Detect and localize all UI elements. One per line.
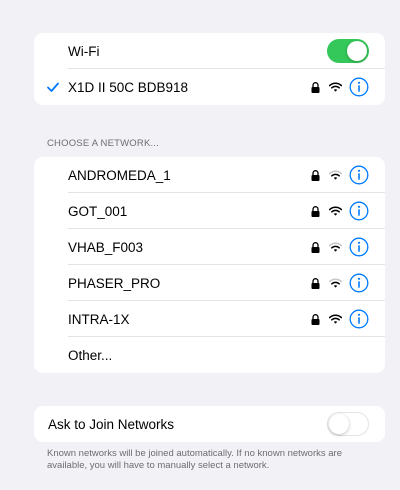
info-icon[interactable] (349, 309, 369, 329)
network-row[interactable]: PHASER_PRO (34, 265, 385, 301)
wifi-label: Wi-Fi (68, 43, 100, 59)
network-name: INTRA-1X (68, 311, 130, 327)
wifi-signal-icon (329, 170, 342, 180)
info-icon[interactable] (349, 77, 369, 97)
lock-icon (311, 313, 320, 325)
ask-to-join-footer: Known networks will be joined automatica… (47, 448, 342, 471)
network-row[interactable]: INTRA-1X (34, 301, 385, 337)
network-status (311, 309, 369, 329)
network-name: GOT_001 (68, 203, 128, 219)
network-status (311, 273, 369, 293)
lock-icon (311, 81, 320, 93)
wifi-signal-icon (329, 82, 342, 92)
checkmark-icon (47, 82, 59, 92)
network-list: ANDROMEDA_1 GOT_001 VHAB_F003 PHASER_PRO… (34, 157, 385, 373)
info-icon[interactable] (349, 237, 369, 257)
info-icon[interactable] (349, 273, 369, 293)
choose-network-header: CHOOSE A NETWORK... (47, 138, 160, 149)
wifi-card: Wi-Fi X1D II 50C BDB918 (34, 33, 385, 105)
lock-icon (311, 277, 320, 289)
network-row[interactable]: ANDROMEDA_1 (34, 157, 385, 193)
wifi-signal-icon (329, 206, 342, 216)
ask-to-join-card: Ask to Join Networks (34, 406, 385, 442)
wifi-toggle-knob (347, 41, 367, 61)
ask-to-join-row: Ask to Join Networks (34, 406, 385, 442)
info-icon[interactable] (349, 165, 369, 185)
network-name: VHAB_F003 (68, 239, 144, 255)
connected-network-name: X1D II 50C BDB918 (68, 79, 189, 95)
ask-to-join-toggle-knob (329, 413, 349, 434)
wifi-signal-icon (329, 314, 342, 324)
other-network-label: Other... (68, 347, 113, 363)
info-icon[interactable] (349, 201, 369, 221)
wifi-signal-icon (329, 242, 342, 252)
network-name: ANDROMEDA_1 (68, 167, 171, 183)
network-name: PHASER_PRO (68, 275, 161, 291)
ask-to-join-toggle[interactable] (327, 412, 369, 436)
lock-icon (311, 241, 320, 253)
other-network-row[interactable]: Other... (34, 337, 385, 373)
network-row[interactable]: GOT_001 (34, 193, 385, 229)
wifi-toggle-row: Wi-Fi (34, 33, 385, 69)
wifi-signal-icon (329, 278, 342, 288)
network-status (311, 77, 369, 97)
wifi-toggle[interactable] (327, 39, 369, 63)
network-status (311, 237, 369, 257)
lock-icon (311, 169, 320, 181)
connected-network-row[interactable]: X1D II 50C BDB918 (34, 69, 385, 105)
network-status (311, 165, 369, 185)
lock-icon (311, 205, 320, 217)
ask-to-join-label: Ask to Join Networks (48, 416, 175, 432)
network-row[interactable]: VHAB_F003 (34, 229, 385, 265)
network-status (311, 201, 369, 221)
